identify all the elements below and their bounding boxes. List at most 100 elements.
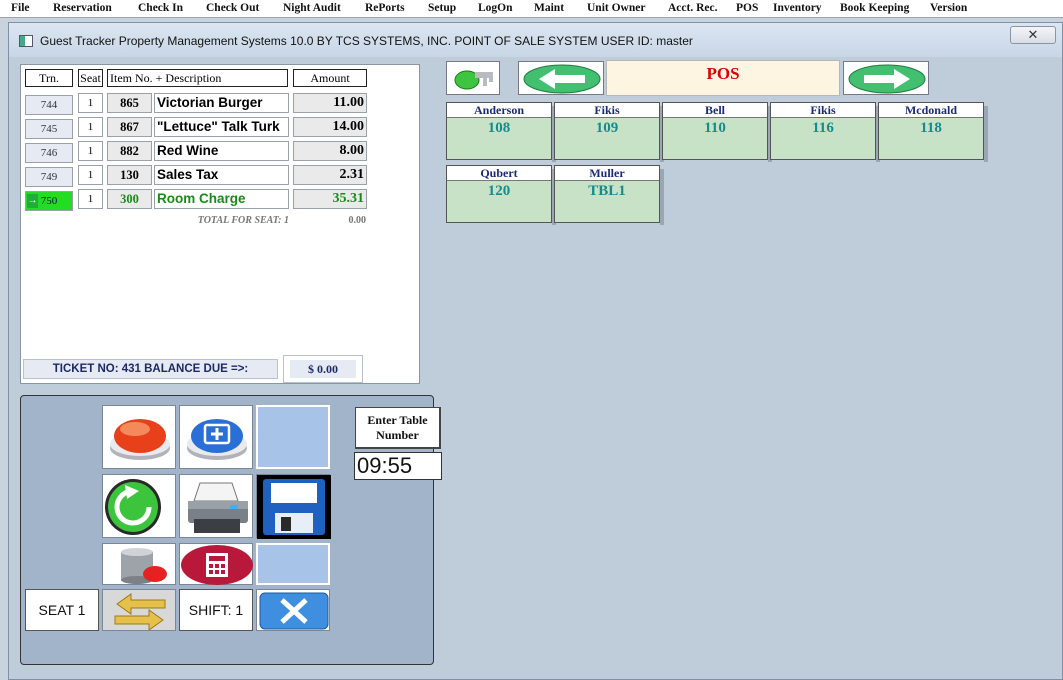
room-tile[interactable]: Mcdonald 118 xyxy=(878,102,988,162)
menu-reservation[interactable]: Reservation xyxy=(53,2,112,14)
row-desc[interactable]: Room Charge xyxy=(154,189,289,209)
room-tile[interactable]: Anderson 108 xyxy=(446,102,556,162)
room-number: 118 xyxy=(920,120,942,136)
pos-window: Guest Tracker Property Management System… xyxy=(8,22,1063,680)
calculator-button[interactable] xyxy=(179,543,253,585)
row-trn[interactable]: 744 xyxy=(25,95,73,115)
arrow-right-icon xyxy=(848,64,926,94)
enter-table-button[interactable]: Enter Table Number xyxy=(355,407,441,449)
seat-button[interactable]: SEAT 1 xyxy=(25,589,99,631)
row-amount[interactable]: 35.31 xyxy=(293,189,367,209)
shift-button[interactable]: SHIFT: 1 xyxy=(179,589,253,631)
room-tile[interactable]: Qubert 120 xyxy=(446,165,556,225)
menu-check-out[interactable]: Check Out xyxy=(206,2,259,14)
row-item[interactable]: 130 xyxy=(107,165,152,185)
row-desc[interactable]: Sales Tax xyxy=(154,165,289,185)
save-button[interactable] xyxy=(256,474,331,539)
menu-setup[interactable]: Setup xyxy=(428,2,456,14)
red-button[interactable] xyxy=(102,405,176,469)
empty-slot xyxy=(256,543,330,585)
close-button[interactable]: ✕ xyxy=(1010,26,1056,44)
room-number: 116 xyxy=(812,120,834,136)
pos-label: POS xyxy=(606,60,840,96)
row-item[interactable]: 300 xyxy=(107,189,152,209)
room-number: TBL1 xyxy=(588,183,626,199)
room-number: 110 xyxy=(704,120,726,136)
balance-due-box: $ 0.00 xyxy=(283,355,363,383)
room-tile[interactable]: Fikis 116 xyxy=(770,102,880,162)
row-item[interactable]: 865 xyxy=(107,93,152,113)
transfer-button[interactable] xyxy=(102,589,176,631)
menu-logon[interactable]: LogOn xyxy=(478,2,513,14)
key-icon xyxy=(454,70,493,90)
row-trn[interactable]: 749 xyxy=(25,167,73,187)
menu-acct-rec[interactable]: Acct. Rec. xyxy=(668,2,717,14)
menu-unit-owner[interactable]: Unit Owner xyxy=(587,2,645,14)
menu-night-audit[interactable]: Night Audit xyxy=(283,2,341,14)
balance-due-value: $ 0.00 xyxy=(290,360,356,378)
room-number: 108 xyxy=(487,120,511,136)
row-desc[interactable]: "Lettuce" Talk Turk xyxy=(154,117,289,137)
row-item[interactable]: 867 xyxy=(107,117,152,137)
room-shadow xyxy=(660,169,664,225)
row-seat[interactable]: 1 xyxy=(78,93,103,113)
menu-inventory[interactable]: Inventory xyxy=(773,2,822,14)
add-button[interactable] xyxy=(179,405,253,469)
key-button[interactable] xyxy=(446,61,500,95)
room-guest-name: Fikis xyxy=(771,103,875,118)
room-number: 109 xyxy=(595,120,619,136)
row-trn[interactable]: 745 xyxy=(25,119,73,139)
row-amount[interactable]: 11.00 xyxy=(293,93,367,113)
row-seat[interactable]: 1 xyxy=(78,141,103,161)
row-desc[interactable]: Red Wine xyxy=(154,141,289,161)
app-icon xyxy=(19,35,33,47)
arrow-left-icon xyxy=(523,64,601,94)
printer-icon xyxy=(188,482,248,533)
row-desc[interactable]: Victorian Burger xyxy=(154,93,289,113)
header-item: Item No. + Description xyxy=(107,69,288,87)
row-trn-selected[interactable]: → 750 xyxy=(25,191,73,211)
swap-arrows-icon xyxy=(114,593,166,631)
cancel-button[interactable] xyxy=(256,589,330,631)
menu-pos[interactable]: POS xyxy=(736,2,758,14)
header-trn: Trn. xyxy=(25,69,73,87)
next-button[interactable] xyxy=(843,61,929,95)
menu-maint[interactable]: Maint xyxy=(534,2,564,14)
menu-check-in[interactable]: Check In xyxy=(138,2,183,14)
room-guest-name: Muller xyxy=(555,166,659,181)
room-tile[interactable]: Bell 110 xyxy=(662,102,772,162)
empty-slot xyxy=(256,405,330,469)
menu-reports[interactable]: RePorts xyxy=(365,2,405,14)
row-amount[interactable]: 2.31 xyxy=(293,165,367,185)
row-seat[interactable]: 1 xyxy=(78,189,103,209)
room-guest-name: Qubert xyxy=(447,166,551,181)
refresh-button[interactable] xyxy=(102,474,176,538)
row-seat[interactable]: 1 xyxy=(78,117,103,137)
pot-button[interactable] xyxy=(102,543,176,585)
calculator-icon xyxy=(181,545,253,585)
ticket-panel: Trn. Seat Item No. + Description Amount … xyxy=(20,64,420,384)
menu-bar: File Reservation Check In Check Out Nigh… xyxy=(0,0,1063,18)
previous-button[interactable] xyxy=(518,61,604,95)
row-trn[interactable]: 746 xyxy=(25,143,73,163)
menu-book-keeping[interactable]: Book Keeping xyxy=(840,2,909,14)
seat-total-value: 0.00 xyxy=(348,215,367,226)
print-button[interactable] xyxy=(179,474,253,538)
room-tile[interactable]: Muller TBL1 xyxy=(554,165,664,225)
ticket-footer: TICKET NO: 431 BALANCE DUE =>: xyxy=(23,359,278,379)
row-amount[interactable]: 14.00 xyxy=(293,117,367,137)
menu-version[interactable]: Version xyxy=(930,2,967,14)
close-icon xyxy=(259,592,329,630)
row-trn-text: 750 xyxy=(40,195,58,207)
header-seat: Seat xyxy=(78,69,103,87)
room-tile[interactable]: Fikis 109 xyxy=(554,102,664,162)
menu-file[interactable]: File xyxy=(11,2,30,14)
current-row-arrow-icon: → xyxy=(27,194,38,208)
row-seat[interactable]: 1 xyxy=(78,165,103,185)
header-amount: Amount xyxy=(293,69,367,87)
row-amount[interactable]: 8.00 xyxy=(293,141,367,161)
room-guest-name: Anderson xyxy=(447,103,551,118)
row-item[interactable]: 882 xyxy=(107,141,152,161)
seat-total-label: TOTAL FOR SEAT: 1 xyxy=(197,215,289,226)
action-button-panel: SEAT 1 SHIFT: 1 Enter Table Number 09:55 xyxy=(20,395,442,665)
